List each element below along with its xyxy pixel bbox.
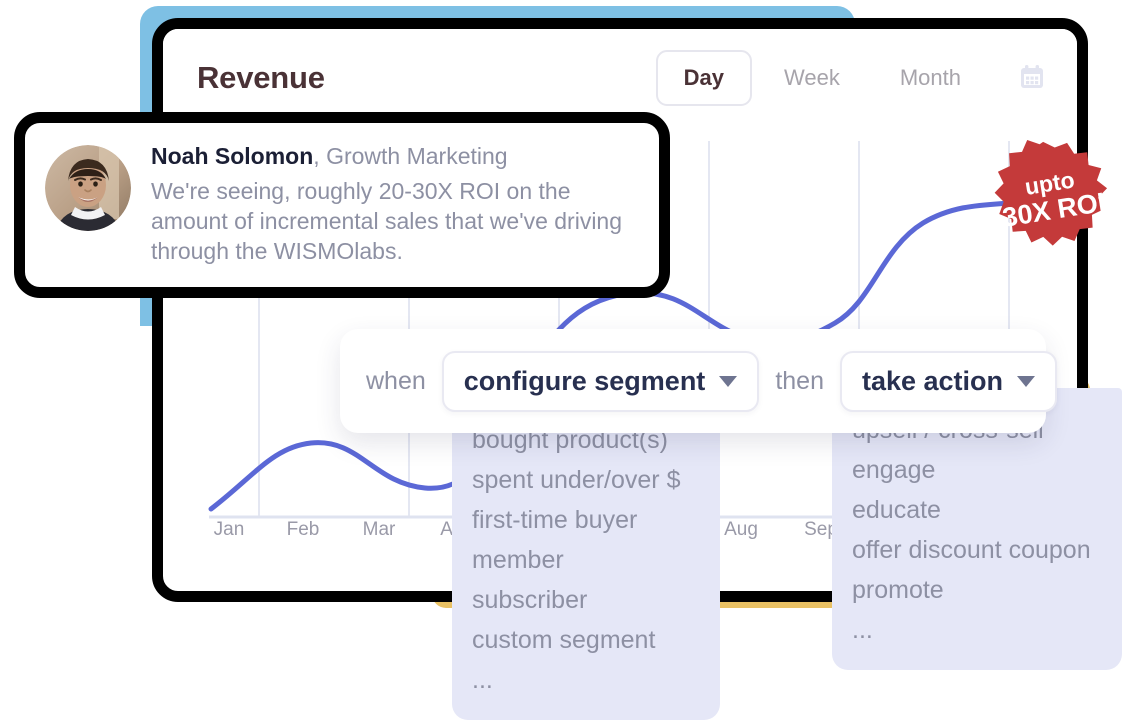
testimonial-name: Noah Solomon xyxy=(151,143,314,169)
segment-options-panel: bought product(s) spent under/over $ fir… xyxy=(452,398,720,720)
starburst-shape xyxy=(994,140,1108,246)
segment-option-spent-under-over[interactable]: spent under/over $ xyxy=(452,460,720,500)
testimonial-attribution: Noah Solomon, Growth Marketing xyxy=(151,143,643,171)
page-title: Revenue xyxy=(197,60,325,95)
calendar-icon[interactable] xyxy=(1015,61,1049,95)
rule-builder-bar: when configure segment then take action xyxy=(340,329,1058,433)
configure-segment-dropdown[interactable]: configure segment xyxy=(441,350,760,412)
date-range-tabs: Day Week Month xyxy=(655,50,1049,106)
chevron-down-icon xyxy=(1017,375,1036,387)
testimonial-quote: We're seeing, roughly 20-30X ROI on the … xyxy=(151,177,623,265)
x-tick-jan: Jan xyxy=(213,519,245,540)
then-label: then xyxy=(775,366,824,395)
take-action-label: take action xyxy=(861,365,1004,396)
take-action-dropdown[interactable]: take action xyxy=(839,350,1058,412)
status-badge: upto 30X ROI xyxy=(984,138,1120,258)
action-option-educate[interactable]: educate xyxy=(832,490,1122,530)
composite-illustration: Revenue Day Week Month Jan Feb Mar Aug S… xyxy=(0,0,1140,720)
testimonial-role: Growth Marketing xyxy=(326,143,508,169)
segment-option-first-time-buyer[interactable]: first-time buyer xyxy=(452,500,720,540)
tab-day[interactable]: Day xyxy=(655,50,752,106)
segment-option-member[interactable]: member xyxy=(452,540,720,580)
action-option-promote[interactable]: promote xyxy=(832,570,1122,610)
action-option-offer-discount-coupon[interactable]: offer discount coupon xyxy=(832,530,1122,570)
x-tick-mar: Mar xyxy=(362,519,396,540)
segment-option-subscriber[interactable]: subscriber xyxy=(452,580,720,620)
x-tick-feb: Feb xyxy=(286,519,320,540)
avatar xyxy=(45,145,131,231)
tab-week[interactable]: Week xyxy=(756,50,868,106)
segment-option-custom-segment[interactable]: custom segment xyxy=(452,620,720,660)
chevron-down-icon xyxy=(719,375,738,387)
configure-segment-label: configure segment xyxy=(463,365,706,396)
action-option-more[interactable]: ... xyxy=(832,610,1122,650)
segment-option-more[interactable]: ... xyxy=(452,660,720,700)
x-tick-aug: Aug xyxy=(724,519,758,540)
testimonial-body: Noah Solomon, Growth Marketing We're see… xyxy=(151,141,643,267)
testimonial-role-separator: , xyxy=(313,143,327,169)
when-label: when xyxy=(366,366,426,395)
tab-month[interactable]: Month xyxy=(872,50,989,106)
action-option-engage[interactable]: engage xyxy=(832,450,1122,490)
testimonial-card: Noah Solomon, Growth Marketing We're see… xyxy=(14,112,670,298)
